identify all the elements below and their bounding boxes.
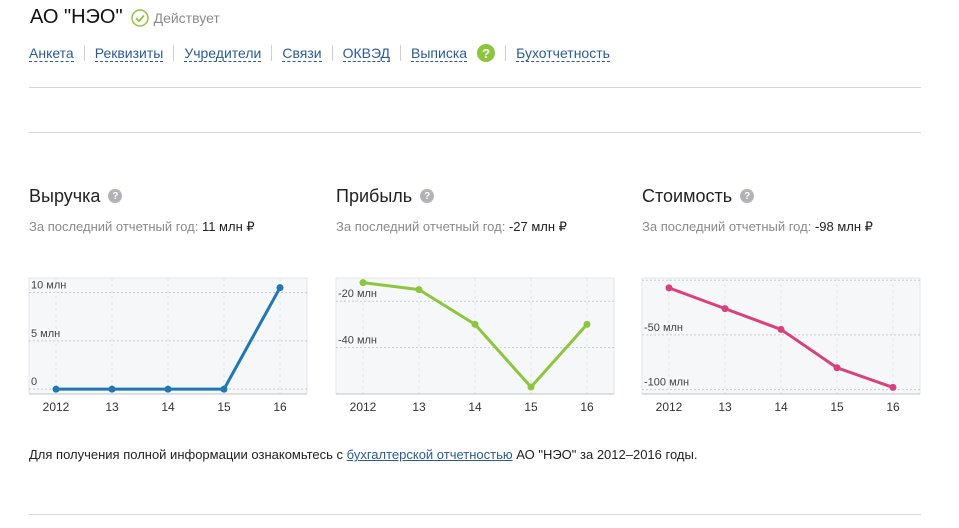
- chart-revenue: 10 млн 5 млн 0 2012 13 14 15 16: [28, 277, 308, 417]
- nav-separator: [271, 45, 273, 61]
- y-tick-label: -20 млн: [338, 288, 377, 300]
- nav-separator: [83, 45, 85, 61]
- nav-tab-vypiska[interactable]: Выписка: [411, 45, 468, 62]
- y-tick-label: -50 млн: [644, 322, 683, 334]
- x-tick-label: 14: [468, 400, 482, 414]
- panel-subtitle: За последний отчетный год: -98 млн ₽: [642, 219, 932, 235]
- nav-tab-uchrediteli[interactable]: Учредители: [184, 45, 262, 62]
- accounting-report-link[interactable]: бухгалтерской отчетностью: [347, 447, 513, 462]
- nav-separator: [505, 45, 507, 61]
- x-tick-label: 16: [580, 400, 594, 414]
- nav-tab-rekvizity[interactable]: Реквизиты: [94, 45, 164, 62]
- y-tick-label: 5 млн: [31, 328, 60, 340]
- sub-label: За последний отчетный год:: [642, 219, 812, 234]
- help-badge-icon[interactable]: ?: [477, 44, 496, 62]
- chart-profit: -20 млн -40 млн 2012 13 14 15 16: [335, 277, 615, 417]
- company-name: АО "НЭО": [30, 6, 123, 28]
- question-icon[interactable]: ?: [108, 189, 123, 203]
- x-tick-label: 13: [412, 400, 426, 414]
- panel-title: Прибыль ?: [336, 185, 626, 207]
- data-point: [359, 279, 367, 287]
- nav-separator: [331, 45, 333, 61]
- sub-label: За последний отчетный год:: [29, 219, 199, 234]
- x-tick-label: 16: [273, 400, 287, 414]
- data-point: [889, 383, 897, 391]
- nav-tab-buhotchetnost[interactable]: Бухотчетность: [516, 45, 610, 62]
- question-icon[interactable]: ?: [740, 189, 755, 203]
- check-circle-icon: [130, 8, 149, 27]
- data-point: [833, 364, 841, 372]
- y-tick-label: 0: [644, 277, 650, 279]
- data-point: [665, 284, 673, 292]
- panel-title-text: Выручка: [29, 185, 101, 206]
- panel-subtitle: За последний отчетный год: 11 млн ₽: [29, 219, 319, 235]
- x-tick-label: 2012: [43, 400, 70, 414]
- data-point: [220, 385, 228, 393]
- panel-subtitle: За последний отчетный год: -27 млн ₽: [336, 219, 626, 235]
- data-point: [777, 325, 785, 333]
- x-tick-label: 2012: [350, 400, 377, 414]
- sub-value: -27 млн ₽: [508, 219, 567, 234]
- footer-text-after: АО "НЭО" за 2012–2016 годы.: [512, 447, 698, 462]
- x-tick-label: 13: [105, 400, 119, 414]
- x-tick-label: 15: [217, 400, 231, 414]
- sub-value: 11 млн ₽: [201, 219, 255, 234]
- y-tick-label: -40 млн: [338, 335, 377, 347]
- divider: [29, 87, 921, 88]
- status-text: Действует: [153, 9, 220, 26]
- data-point: [164, 385, 172, 393]
- divider: [29, 132, 921, 133]
- x-tick-label: 14: [774, 400, 788, 414]
- data-point: [276, 284, 284, 292]
- chart-svg: -20 млн -40 млн 2012 13 14 15 16: [335, 277, 615, 414]
- data-point: [415, 286, 423, 294]
- x-tick-label: 2012: [656, 400, 683, 414]
- data-point: [583, 320, 591, 328]
- question-icon[interactable]: ?: [420, 189, 435, 203]
- panel-title-text: Стоимость: [642, 185, 733, 206]
- nav-tab-anketa[interactable]: Анкета: [29, 45, 74, 62]
- nav-tab-svyazi[interactable]: Связи: [282, 45, 322, 62]
- panel-title-text: Прибыль: [336, 185, 413, 206]
- panel-revenue: Выручка ? За последний отчетный год: 11 …: [29, 185, 319, 235]
- chart-svg: 10 млн 5 млн 0 2012 13 14 15 16: [28, 277, 308, 414]
- title-row: АО "НЭО" Действует: [30, 6, 220, 29]
- footer-note: Для получения полной информации ознакомь…: [29, 447, 697, 462]
- divider: [29, 514, 921, 515]
- sub-value: -98 млн ₽: [814, 219, 873, 234]
- x-tick-label: 16: [886, 400, 900, 414]
- nav-separator: [173, 45, 175, 61]
- data-point: [527, 383, 535, 391]
- footer-text-before: Для получения полной информации ознакомь…: [29, 447, 347, 462]
- data-point: [471, 320, 479, 328]
- data-point: [52, 385, 60, 393]
- x-tick-label: 15: [830, 400, 844, 414]
- nav-separator: [400, 45, 402, 61]
- x-tick-label: 15: [524, 400, 538, 414]
- data-point: [108, 385, 116, 393]
- chart-svg: 0 -50 млн -100 млн 2012 13 14 15 16: [641, 277, 921, 414]
- data-point: [721, 305, 729, 313]
- y-tick-label: 0: [31, 376, 37, 388]
- sub-label: За последний отчетный год:: [336, 219, 506, 234]
- y-tick-label: -100 млн: [644, 377, 689, 389]
- y-tick-label: 10 млн: [31, 280, 66, 292]
- section-nav: Анкета Реквизиты Учредители Связи ОКВЭД …: [29, 44, 610, 62]
- panel-value: Стоимость ? За последний отчетный год: -…: [642, 185, 932, 235]
- panel-title: Стоимость ?: [642, 185, 932, 207]
- panel-profit: Прибыль ? За последний отчетный год: -27…: [336, 185, 626, 235]
- x-tick-label: 14: [161, 400, 175, 414]
- chart-value: 0 -50 млн -100 млн 2012 13 14 15 16: [641, 277, 921, 417]
- x-tick-label: 13: [718, 400, 732, 414]
- nav-tab-okved[interactable]: ОКВЭД: [342, 45, 391, 62]
- panel-title: Выручка ?: [29, 185, 319, 207]
